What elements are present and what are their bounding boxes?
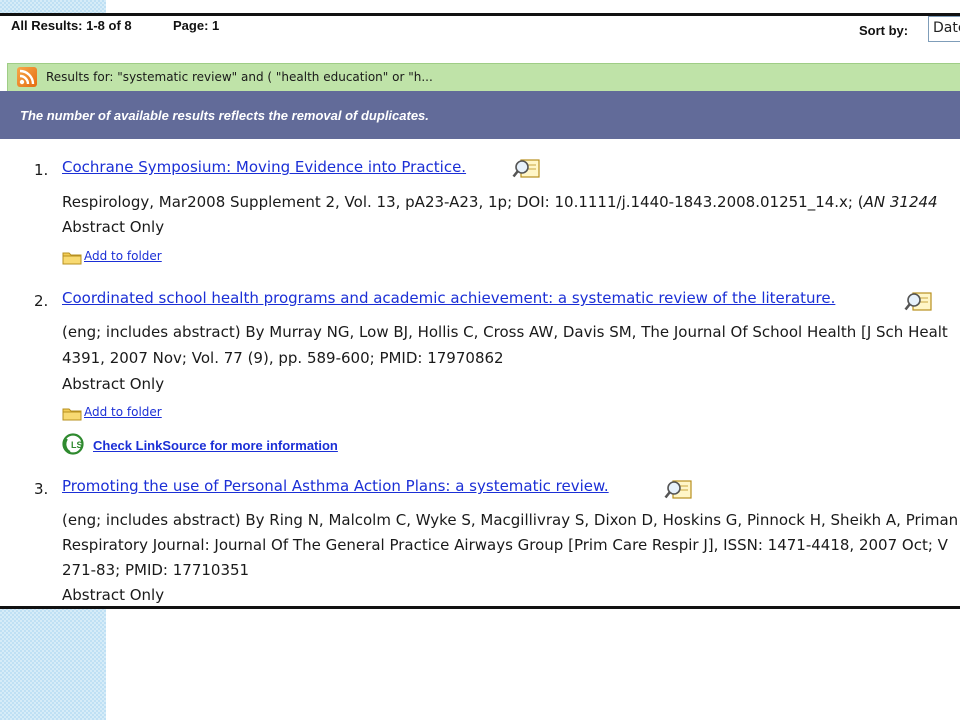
result-citation-line: 271-83; PMID: 17710351: [62, 561, 250, 579]
sort-select[interactable]: Date: [928, 16, 960, 42]
rss-feed-icon[interactable]: [17, 67, 37, 87]
result-title-link[interactable]: Coordinated school health programs and a…: [62, 289, 835, 307]
add-to-folder-label: Add to folder: [84, 405, 162, 419]
accession-number: AN 31244: [863, 193, 938, 211]
result-number: 2.: [34, 292, 49, 310]
results-count: All Results: 1-8 of 8: [11, 18, 132, 33]
result-number: 1.: [34, 161, 49, 179]
results-panel: All Results: 1-8 of 8 Page: 1 Sort by: D…: [0, 13, 960, 609]
query-bar: Results for: "systematic review" and ( "…: [7, 63, 960, 92]
svg-text:LS: LS: [71, 440, 83, 450]
result-availability: Abstract Only: [62, 375, 165, 393]
result-availability: Abstract Only: [62, 586, 165, 604]
query-text: Results for: "systematic review" and ( "…: [46, 70, 433, 84]
preview-magnifier-icon[interactable]: [904, 289, 934, 313]
result-citation-line: Respirology, Mar2008 Supplement 2, Vol. …: [62, 193, 938, 211]
folder-icon: [62, 252, 82, 265]
citation-text: Respirology, Mar2008 Supplement 2, Vol. …: [62, 193, 864, 211]
linksource-label: Check LinkSource for more information: [93, 438, 338, 453]
preview-magnifier-icon[interactable]: [664, 477, 694, 501]
result-citation-line: (eng; includes abstract) By Ring N, Malc…: [62, 511, 959, 529]
add-to-folder-label: Add to folder: [84, 249, 162, 263]
linksource-icon: LS: [62, 433, 84, 455]
result-title-link[interactable]: Promoting the use of Personal Asthma Act…: [62, 477, 609, 495]
notice-bar: The number of available results reflects…: [0, 91, 960, 139]
preview-magnifier-icon[interactable]: [512, 156, 542, 180]
notice-text: The number of available results reflects…: [20, 108, 429, 123]
result-citation-line: Respiratory Journal: Journal Of The Gene…: [62, 536, 948, 554]
result-title-link[interactable]: Cochrane Symposium: Moving Evidence into…: [62, 158, 466, 176]
results-toolbar: All Results: 1-8 of 8 Page: 1 Sort by: D…: [0, 16, 960, 60]
folder-icon: [62, 408, 82, 421]
result-availability: Abstract Only: [62, 218, 165, 236]
page-indicator: Page: 1: [173, 18, 220, 33]
result-number: 3.: [34, 480, 49, 498]
result-citation-line: 4391, 2007 Nov; Vol. 77 (9), pp. 589-600…: [62, 349, 504, 367]
sort-label: Sort by:: [859, 23, 909, 38]
result-citation-line: (eng; includes abstract) By Murray NG, L…: [62, 323, 948, 341]
